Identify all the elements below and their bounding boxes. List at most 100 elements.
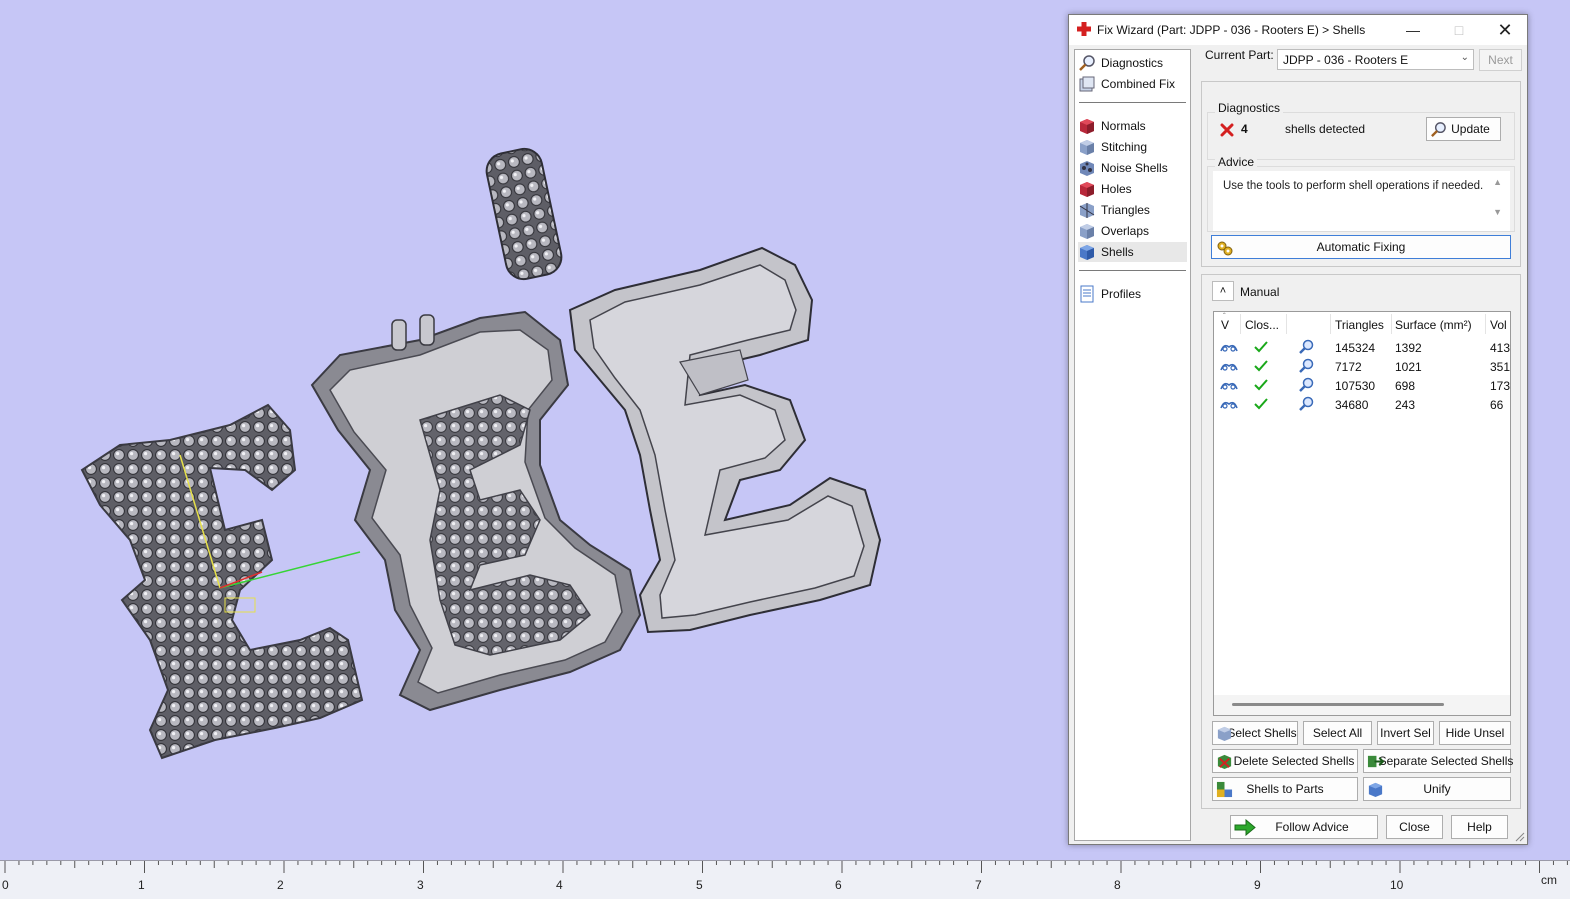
magnifier-icon[interactable] — [1298, 377, 1314, 393]
nav-label: Normals — [1101, 119, 1146, 133]
ruler-label-0: 0 — [2, 878, 9, 892]
ruler-label-2: 2 — [277, 878, 284, 892]
select-shells-icon — [1217, 726, 1232, 742]
follow-advice-button[interactable]: Follow Advice — [1230, 815, 1378, 839]
diagnostics-panel: Diagnostics 4 shells detected Update Use… — [1201, 81, 1521, 267]
surface-cell: 698 — [1395, 379, 1416, 393]
letter-e-pave-left — [80, 403, 364, 760]
column-header-surface[interactable]: Surface (mm²) — [1395, 318, 1472, 332]
separate-selected-label: Separate Selected Shells — [1378, 754, 1514, 768]
select-all-button[interactable]: Select All — [1303, 721, 1372, 745]
diagnostics-status: shells detected — [1285, 122, 1366, 136]
ruler-label-4: 4 — [556, 878, 563, 892]
table-row[interactable]: 145324 1392 413 — [1214, 338, 1510, 357]
select-shells-button[interactable]: Select Shells — [1212, 721, 1298, 745]
follow-advice-label: Follow Advice — [1275, 820, 1349, 834]
next-button[interactable]: Next — [1479, 49, 1522, 71]
ruler-label-3: 3 — [417, 878, 424, 892]
delete-selected-shells-button[interactable]: Delete Selected Shells — [1212, 749, 1358, 773]
magnifier-icon — [1079, 55, 1095, 71]
ruler-label-9: 9 — [1254, 878, 1261, 892]
nav-item-overlaps[interactable]: Overlaps — [1078, 221, 1187, 241]
nav-item-triangles[interactable]: Triangles — [1078, 200, 1187, 220]
scroll-up-icon[interactable]: ▲ — [1493, 177, 1502, 187]
hide-unsel-label: Hide Unsel — [1445, 726, 1505, 740]
close-label: Close — [1399, 820, 1430, 834]
select-all-label: Select All — [1312, 726, 1363, 740]
hide-unselected-button[interactable]: Hide Unsel — [1439, 721, 1511, 745]
nav-label: Combined Fix — [1101, 77, 1176, 91]
nav-item-combined-fix[interactable]: Combined Fix — [1078, 74, 1187, 94]
shells-to-parts-icon — [1216, 781, 1233, 798]
ruler-label-10: 10 — [1390, 878, 1404, 892]
nav-item-diagnostics[interactable]: Diagnostics — [1078, 53, 1187, 73]
triangles-cell: 107530 — [1335, 379, 1376, 393]
close-button[interactable]: Close — [1386, 815, 1443, 839]
scrollbar-thumb[interactable] — [1232, 703, 1444, 706]
shells-to-parts-button[interactable]: Shells to Parts — [1212, 777, 1358, 801]
holes-icon — [1080, 182, 1094, 197]
help-label: Help — [1467, 820, 1492, 834]
collapse-icon[interactable]: ˄ — [1212, 281, 1234, 301]
current-part-value: JDPP - 036 - Rooters E — [1283, 53, 1409, 67]
unify-button[interactable]: Unify — [1363, 777, 1511, 801]
close-window-button[interactable]: ✕ — [1483, 15, 1527, 45]
chevron-down-icon: ⌄ — [1460, 52, 1469, 63]
separate-shells-icon — [1367, 755, 1384, 768]
surface-cell: 1392 — [1395, 341, 1422, 355]
magnifier-icon — [1431, 122, 1446, 137]
column-header-closed[interactable]: Clos... — [1245, 318, 1279, 332]
invert-sel-label: Invert Sel — [1380, 726, 1431, 740]
volume-cell: 66 — [1490, 398, 1504, 412]
nav-divider — [1079, 270, 1186, 271]
title-bar[interactable]: Fix Wizard (Part: JDPP - 036 - Rooters E… — [1069, 15, 1527, 45]
table-row[interactable]: 34680 243 66 — [1214, 395, 1510, 414]
update-button[interactable]: Update — [1426, 117, 1501, 141]
overlaps-icon — [1080, 224, 1094, 239]
visibility-icon[interactable] — [1220, 398, 1238, 410]
nav-item-normals[interactable]: Normals — [1078, 116, 1187, 136]
table-row[interactable]: 107530 698 173 — [1214, 376, 1510, 395]
nav-item-shells[interactable]: Shells — [1078, 242, 1187, 262]
visibility-icon[interactable] — [1220, 360, 1238, 372]
magnifier-icon[interactable] — [1298, 396, 1314, 412]
current-part-dropdown[interactable]: JDPP - 036 - Rooters E ⌄ — [1277, 49, 1474, 70]
nav-item-noise-shells[interactable]: Noise Shells — [1078, 158, 1187, 178]
minimize-button[interactable]: — — [1391, 15, 1435, 45]
visibility-icon[interactable] — [1220, 341, 1238, 353]
magnifier-icon[interactable] — [1298, 339, 1314, 355]
help-button[interactable]: Help — [1451, 815, 1508, 839]
column-divider — [1240, 314, 1241, 334]
delete-selected-label: Delete Selected Shells — [1233, 754, 1355, 768]
maximize-button[interactable]: □ — [1437, 15, 1481, 45]
select-shells-label: Select Shells — [1227, 726, 1297, 740]
column-header-volume[interactable]: Vol — [1490, 318, 1507, 332]
fix-wizard-dialog: Fix Wizard (Part: JDPP - 036 - Rooters E… — [1068, 14, 1528, 845]
letter-e-outlined-middle — [310, 310, 642, 712]
horizontal-scrollbar[interactable] — [1214, 695, 1510, 715]
checkmark-icon — [1254, 341, 1268, 353]
resize-grip-icon[interactable] — [1515, 832, 1525, 842]
nav-item-stitching[interactable]: Stitching — [1078, 137, 1187, 157]
arrow-right-icon — [1234, 819, 1256, 836]
nav-label: Diagnostics — [1101, 56, 1164, 70]
nav-item-profiles[interactable]: Profiles — [1078, 284, 1187, 304]
shells-table: V ˆ Clos... Triangles Surface (mm²) Vol … — [1213, 311, 1511, 716]
automatic-fixing-button[interactable]: Automatic Fixing — [1211, 235, 1511, 259]
separate-selected-shells-button[interactable]: Separate Selected Shells — [1363, 749, 1514, 773]
visibility-icon[interactable] — [1220, 379, 1238, 391]
triangles-cell: 145324 — [1335, 341, 1376, 355]
unify-label: Unify — [1423, 782, 1451, 796]
shells-icon — [1080, 245, 1094, 260]
magnifier-icon[interactable] — [1298, 358, 1314, 374]
column-header-triangles[interactable]: Triangles — [1335, 318, 1384, 332]
nav-label: Holes — [1101, 182, 1132, 196]
invert-selection-button[interactable]: Invert Sel — [1377, 721, 1434, 745]
nav-item-holes[interactable]: Holes — [1078, 179, 1187, 199]
advice-box: Use the tools to perform shell operation… — [1213, 171, 1510, 231]
scroll-down-icon[interactable]: ▼ — [1493, 207, 1502, 217]
nav-divider — [1079, 102, 1186, 103]
table-row[interactable]: 7172 1021 351 — [1214, 357, 1510, 376]
nav-label: Triangles — [1101, 203, 1150, 217]
bail-piece — [485, 147, 563, 281]
